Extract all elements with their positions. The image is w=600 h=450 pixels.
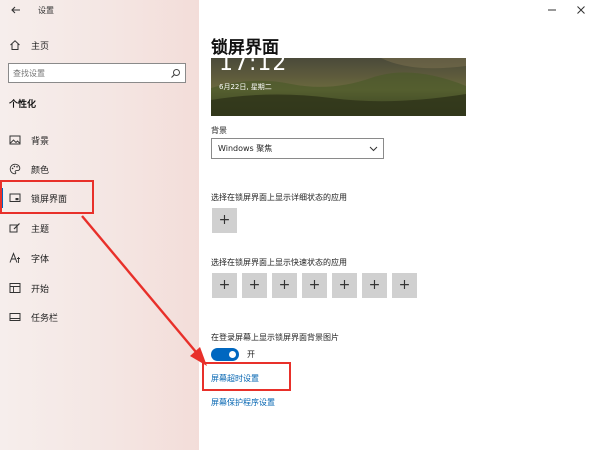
detailed-status-label: 选择在锁屏界面上显示详细状态的应用 (211, 193, 347, 202)
add-quick-status-app-button[interactable]: + (242, 273, 267, 298)
taskbar-icon (9, 313, 21, 321)
toggle-state-text: 开 (247, 350, 255, 359)
add-quick-status-app-button[interactable]: + (392, 273, 417, 298)
add-quick-status-app-button[interactable]: + (362, 273, 387, 298)
section-title: 个性化 (9, 100, 37, 110)
sidebar-item-home[interactable]: 主页 (0, 33, 199, 57)
lock-screen-preview: 17:12 6月22日, 星期二 (211, 58, 466, 116)
back-arrow-icon[interactable] (10, 4, 22, 16)
background-dropdown-value: Windows 聚焦 (218, 144, 273, 153)
sidebar-item-colors[interactable]: 颜色 (0, 157, 199, 181)
sidebar-item-fonts[interactable]: 字体 (0, 246, 199, 270)
home-icon (10, 40, 20, 50)
window-title: 设置 (38, 6, 54, 15)
add-quick-status-app-button[interactable]: + (302, 273, 327, 298)
sidebar-item-label: 颜色 (31, 166, 50, 176)
background-dropdown[interactable]: Windows 聚焦 (211, 138, 384, 159)
page-title: 锁屏界面 (211, 38, 279, 58)
annotation-box-lock-screen (0, 180, 94, 214)
sidebar-item-background[interactable]: 背景 (0, 128, 199, 152)
sidebar-item-start[interactable]: 开始 (0, 276, 199, 300)
chevron-down-icon (369, 146, 378, 152)
background-label: 背景 (211, 126, 227, 135)
preview-time: 17:12 (219, 58, 288, 76)
sidebar-item-label: 字体 (31, 255, 50, 265)
sidebar-item-themes[interactable]: 主题 (0, 216, 199, 240)
add-quick-status-app-button[interactable]: + (212, 273, 237, 298)
sidebar-item-label: 开始 (31, 285, 50, 295)
annotation-box-timeout-link (202, 362, 291, 391)
quick-status-label: 选择在锁屏界面上显示快速状态的应用 (211, 258, 347, 267)
font-icon (9, 252, 20, 263)
screen-saver-settings-link[interactable]: 屏幕保护程序设置 (211, 397, 275, 408)
search-box[interactable] (8, 63, 186, 83)
start-icon (9, 283, 21, 293)
sidebar-item-taskbar[interactable]: 任务栏 (0, 305, 199, 329)
add-quick-status-app-button[interactable]: + (332, 273, 357, 298)
sidebar-home-label: 主页 (31, 42, 50, 52)
search-icon[interactable] (170, 68, 181, 79)
signin-background-toggle[interactable] (211, 348, 239, 361)
image-icon (9, 135, 21, 145)
toggle-knob (229, 351, 236, 358)
preview-date: 6月22日, 星期二 (219, 83, 272, 91)
sidebar: 设置 主页 个性化 背景 颜色 (0, 0, 199, 450)
add-quick-status-app-button[interactable]: + (272, 273, 297, 298)
sidebar-item-label: 任务栏 (31, 314, 59, 324)
brush-icon (9, 223, 20, 233)
sidebar-item-label: 主题 (31, 225, 50, 235)
signin-background-label: 在登录屏幕上显示锁屏界面背景图片 (211, 333, 339, 342)
palette-icon (9, 163, 21, 175)
close-icon[interactable] (575, 4, 587, 16)
search-input[interactable] (13, 66, 163, 80)
add-detailed-status-app-button[interactable]: + (212, 208, 237, 233)
minimize-icon[interactable] (546, 4, 558, 16)
sidebar-item-label: 背景 (31, 137, 50, 147)
